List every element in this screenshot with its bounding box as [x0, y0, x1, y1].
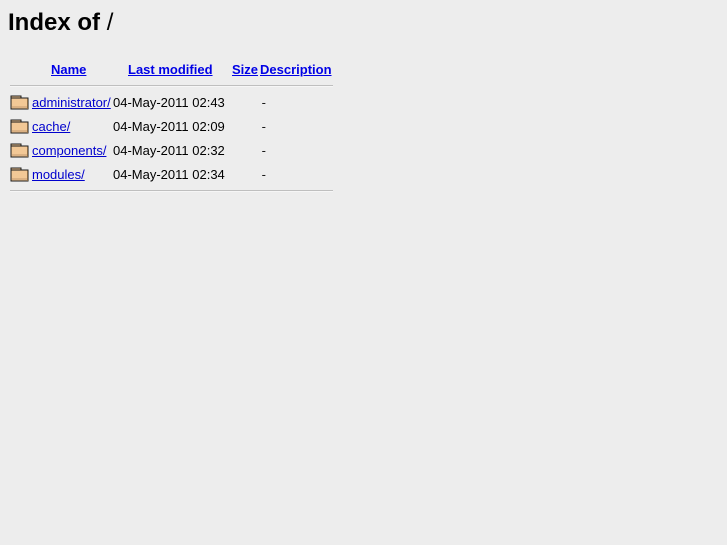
header-divider — [10, 85, 333, 87]
column-header-last-modified[interactable]: Last modified — [128, 62, 213, 77]
column-header-description[interactable]: Description — [260, 62, 332, 77]
folder-icon — [10, 119, 30, 135]
size-value: - — [261, 119, 266, 134]
last-modified-value: 04-May-2011 02:09 — [113, 119, 225, 134]
column-header-name[interactable]: Name — [51, 62, 86, 77]
table-row[interactable]: administrator/ 04-May-2011 02:43 - — [8, 91, 719, 115]
file-name-link[interactable]: cache/ — [32, 119, 70, 134]
listing-header-row: Name Last modified Size Description — [8, 58, 719, 82]
directory-listing: Name Last modified Size Description admi… — [8, 58, 719, 192]
size-value: - — [261, 95, 266, 110]
folder-icon — [10, 143, 30, 159]
last-modified-value: 04-May-2011 02:32 — [113, 143, 225, 158]
file-name-link[interactable]: modules/ — [32, 167, 85, 182]
file-name-link[interactable]: administrator/ — [32, 95, 111, 110]
last-modified-value: 04-May-2011 02:34 — [113, 167, 225, 182]
footer-divider — [10, 190, 333, 192]
directory-index-page: Index of / Name Last modified Size Descr… — [0, 0, 727, 545]
file-name-link[interactable]: components/ — [32, 143, 106, 158]
table-row[interactable]: cache/ 04-May-2011 02:09 - — [8, 115, 719, 139]
size-value: - — [261, 167, 266, 182]
column-header-size[interactable]: Size — [232, 62, 258, 77]
last-modified-value: 04-May-2011 02:43 — [113, 95, 225, 110]
page-title: Index of / — [8, 8, 719, 38]
page-title-prefix: Index of — [8, 9, 101, 36]
page-title-path: / — [106, 9, 114, 36]
size-value: - — [261, 143, 266, 158]
table-row[interactable]: modules/ 04-May-2011 02:34 - — [8, 163, 719, 187]
folder-icon — [10, 167, 30, 183]
table-row[interactable]: components/ 04-May-2011 02:32 - — [8, 139, 719, 163]
folder-icon — [10, 95, 30, 111]
listing-rows: administrator/ 04-May-2011 02:43 - cache… — [8, 91, 719, 187]
